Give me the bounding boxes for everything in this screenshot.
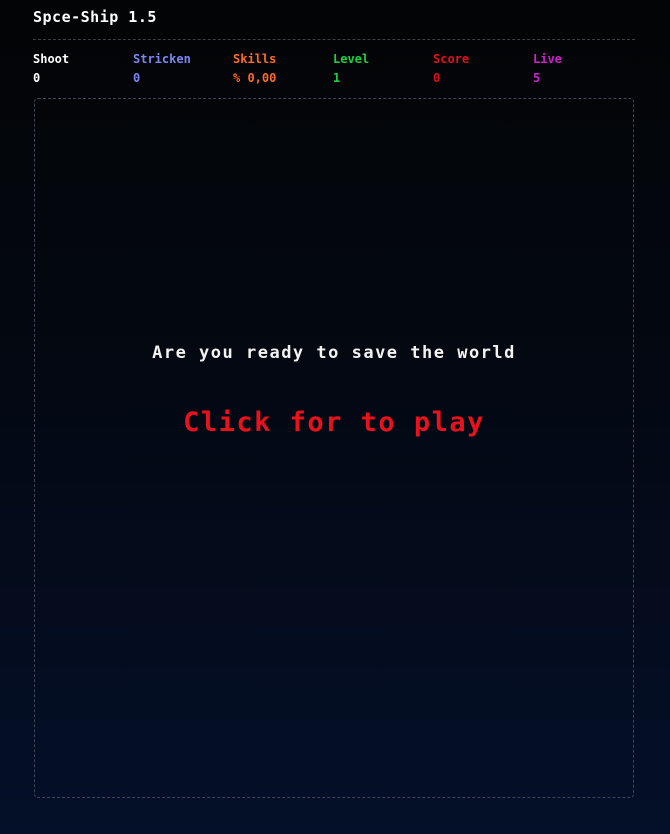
play-button[interactable]: Click for to play <box>35 407 633 438</box>
stat-skills: Skills % 0,00 <box>233 51 333 86</box>
stat-shoot: Shoot 0 <box>33 51 133 86</box>
stat-live-label: Live <box>533 52 562 66</box>
stat-score-value: 0 <box>433 71 441 85</box>
stat-score: Score 0 <box>433 51 533 86</box>
stat-score-label: Score <box>433 52 470 66</box>
header-divider <box>33 39 635 40</box>
stat-live-value: 5 <box>533 71 541 85</box>
ready-prompt: Are you ready to save the world <box>152 343 516 363</box>
stat-stricken-value: 0 <box>133 71 141 85</box>
game-title: Spce-Ship 1.5 <box>33 8 157 26</box>
stat-level-label: Level <box>333 52 370 66</box>
stat-stricken: Stricken 0 <box>133 51 233 86</box>
stat-skills-value: % 0,00 <box>233 71 277 85</box>
stat-stricken-label: Stricken <box>133 52 191 66</box>
stats-bar: Shoot 0 Stricken 0 Skills % 0,00 Level 1… <box>33 51 633 86</box>
stat-skills-label: Skills <box>233 52 277 66</box>
stat-level-value: 1 <box>333 71 341 85</box>
stat-shoot-value: 0 <box>33 71 41 85</box>
game-canvas[interactable]: Are you ready to save the world Click fo… <box>34 98 634 798</box>
stat-live: Live 5 <box>533 51 633 86</box>
stat-shoot-label: Shoot <box>33 52 70 66</box>
stat-level: Level 1 <box>333 51 433 86</box>
